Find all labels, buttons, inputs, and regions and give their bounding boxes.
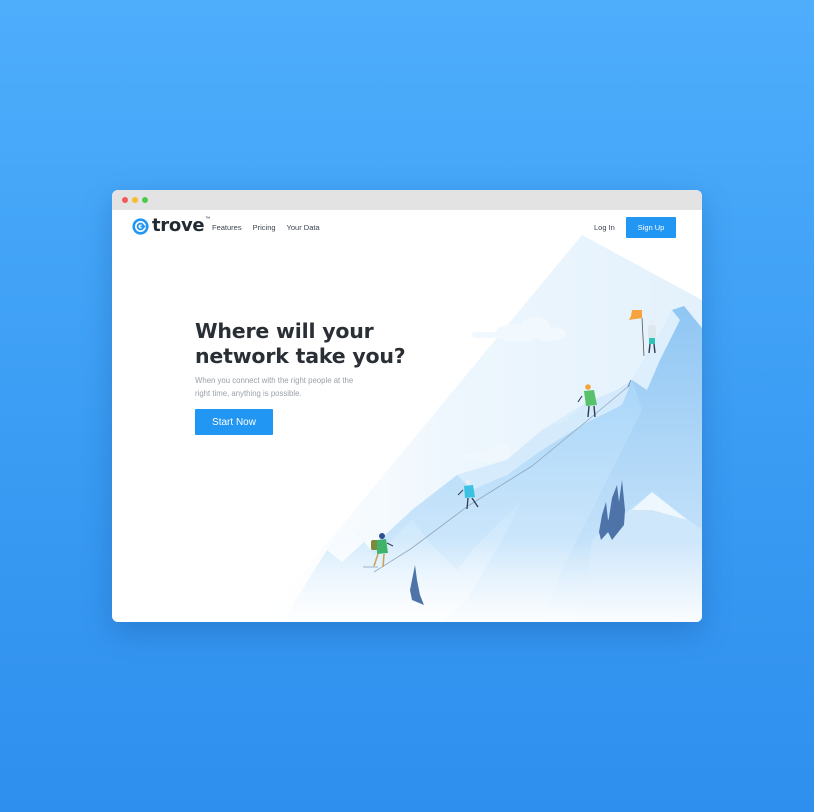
sign-up-button[interactable]: Sign Up: [626, 217, 676, 238]
close-window-button[interactable]: [122, 197, 128, 203]
browser-window: trove ™ Features Pricing Your Data Log I…: [112, 190, 702, 622]
hero-title: Where will your network take you?: [195, 319, 425, 368]
trademark-mark: ™: [205, 216, 211, 222]
top-navigation: trove ™ Features Pricing Your Data Log I…: [112, 210, 702, 244]
nav-link-your-data[interactable]: Your Data: [287, 223, 320, 232]
nav-link-pricing[interactable]: Pricing: [253, 223, 276, 232]
hero-section: Where will your network take you? When y…: [195, 319, 425, 400]
maximize-window-button[interactable]: [142, 197, 148, 203]
nav-link-features[interactable]: Features: [212, 223, 242, 232]
logo-wordmark: trove: [152, 214, 205, 236]
hero-title-line-1: Where will your: [195, 319, 374, 343]
hero-title-line-2: network take you?: [195, 343, 406, 368]
hero-subtitle: When you connect with the right people a…: [195, 376, 354, 398]
window-titlebar: [112, 190, 702, 210]
start-now-button[interactable]: Start Now: [195, 409, 273, 435]
trove-logo-icon: [132, 217, 149, 235]
minimize-window-button[interactable]: [132, 197, 138, 203]
nav-links: Features Pricing Your Data: [212, 223, 320, 232]
login-link[interactable]: Log In: [594, 223, 615, 232]
trove-logo[interactable]: trove ™: [132, 215, 210, 237]
